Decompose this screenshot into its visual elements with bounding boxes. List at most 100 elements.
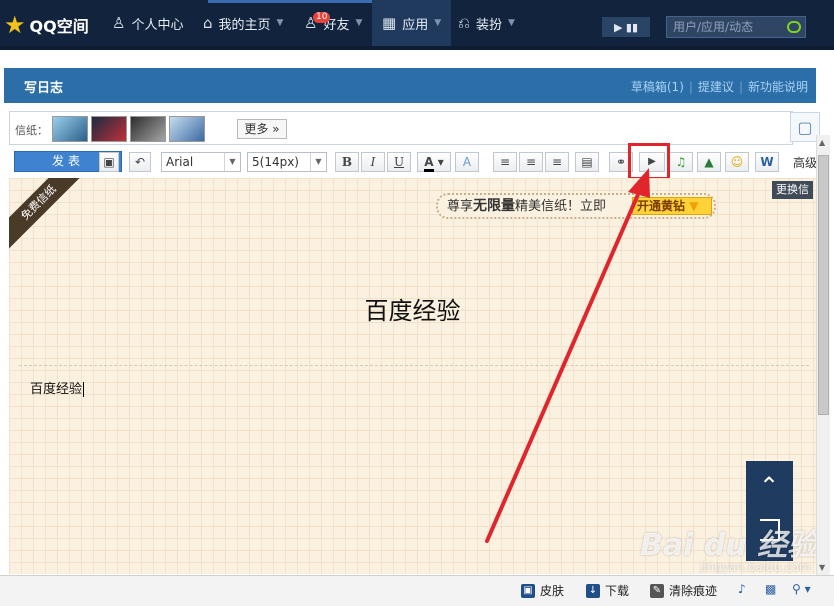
diary-title[interactable]: 百度经验 xyxy=(9,291,816,326)
promo-text: 尊享 xyxy=(447,199,474,214)
chevron-down-icon: ▼ xyxy=(434,18,442,28)
align-right-icon[interactable]: ≡ xyxy=(545,152,569,172)
chevron-down-icon: ▼ xyxy=(355,18,363,28)
music-icon[interactable]: ♫ xyxy=(669,152,693,172)
play-icon: ▶ xyxy=(613,20,623,34)
network-icon[interactable]: ▩ xyxy=(765,582,776,596)
download-label: 下载 xyxy=(605,584,630,598)
free-stationery-ribbon: 免费信纸 xyxy=(9,178,90,254)
logo-text: QQ空间 xyxy=(29,17,89,36)
stationery-bar: 信纸： 更多 » xyxy=(9,111,793,145)
image-icon[interactable]: ▲ xyxy=(697,152,721,172)
more-stationery-button[interactable]: 更多 » xyxy=(237,119,287,139)
friends-count-badge: 10 xyxy=(313,12,331,23)
equalizer-icon: ▮▮ xyxy=(625,20,639,34)
promo-text-2: 精美信纸！立即 xyxy=(515,199,607,214)
clear-label: 清除痕迹 xyxy=(669,584,718,598)
align-center-icon[interactable]: ≡ xyxy=(519,152,543,172)
person-icon: ♙ xyxy=(112,14,126,32)
open-vip-button[interactable]: 开通黄钻 ▼ xyxy=(632,197,712,215)
font-size-select[interactable]: 5(14px) ▼ xyxy=(247,152,327,172)
text-effect-icon[interactable]: A xyxy=(455,152,479,172)
promo-banner[interactable]: 尊享无限量精美信纸！立即 开通黄钻 ▼ xyxy=(436,193,716,219)
skin-button[interactable]: ▣ 皮肤 xyxy=(521,582,564,599)
editor-toolbar: 发表 ▣ ↶ Arial ▼ 5(14px) ▼ B I U A ▾ A ≡ ≡ ≡… xyxy=(9,148,817,176)
nav-profile-center[interactable]: ♙ 个人中心 xyxy=(112,0,183,46)
font-family-select[interactable]: Arial ▼ xyxy=(161,152,241,172)
scroll-up-icon[interactable]: ▲ xyxy=(819,138,825,147)
watermark-sub: jingyan.baidu.com xyxy=(700,560,811,574)
zoom-icon[interactable]: ⚲ ▾ xyxy=(792,582,811,596)
word-import-icon[interactable]: W xyxy=(755,152,779,172)
chevron-down-icon: ▼ xyxy=(224,153,240,171)
top-nav-bar: ★ QQ空间 ♙ 个人中心 ⌂ 我的主页 ▼ ♙ 好友 ▼ 10 ▦ 应用 ▼ … xyxy=(0,0,834,50)
nav-my-homepage[interactable]: ⌂ 我的主页 ▼ xyxy=(203,0,283,46)
download-icon: ↓ xyxy=(586,583,600,598)
stationery-thumb[interactable] xyxy=(130,116,166,142)
advanced-button[interactable]: 高级 xyxy=(793,154,817,171)
font-color-button[interactable]: A ▾ xyxy=(417,152,451,172)
watermark-main: Bai du 经验 xyxy=(640,528,818,563)
diamond-icon: ▼ xyxy=(689,199,699,213)
scroll-down-icon[interactable]: ▼ xyxy=(819,563,825,572)
stationery-thumb[interactable] xyxy=(52,116,88,142)
diary-body[interactable]: 百度经验 xyxy=(30,378,85,397)
chevron-up-icon: ⌃ xyxy=(758,472,780,500)
skin-label: 皮肤 xyxy=(540,584,565,598)
chevron-down-icon: ▼ xyxy=(508,18,515,28)
search-placeholder: 用户/应用/动态 xyxy=(673,20,754,34)
star-logo-icon: ★ xyxy=(4,11,26,39)
browser-status-bar: ▣ 皮肤 ↓ 下载 ✎ 清除痕迹 ♪ ▩ ⚲ ▾ xyxy=(0,575,834,606)
qzone-logo[interactable]: ★ QQ空间 xyxy=(4,13,89,37)
download-button[interactable]: ↓ 下载 xyxy=(586,582,629,599)
title-divider xyxy=(19,365,809,366)
editor-area[interactable]: 免费信纸 尊享无限量精美信纸！立即 开通黄钻 ▼ 百度经验 百度经验 xyxy=(9,178,816,574)
change-stationery-tip[interactable]: 更换信 xyxy=(772,181,813,199)
chevron-down-icon: ▼ xyxy=(310,153,326,171)
new-features-link[interactable]: 新功能说明 xyxy=(748,80,808,94)
search-input[interactable]: 用户/应用/动态 xyxy=(666,16,806,38)
stationery-thumb[interactable] xyxy=(169,116,205,142)
clear-traces-button[interactable]: ✎ 清除痕迹 xyxy=(650,582,717,599)
font-family-value: Arial xyxy=(166,155,194,169)
search-icon[interactable] xyxy=(787,21,801,33)
nav-apps[interactable]: ▦ 应用 ▼ xyxy=(372,0,452,46)
broom-icon: ✎ xyxy=(650,583,664,598)
nav-label: 个人中心 xyxy=(131,17,184,33)
music-player-button[interactable]: ▶ ▮▮ xyxy=(602,17,650,37)
nav-label: 装扮 xyxy=(476,17,503,33)
text-cursor xyxy=(83,382,85,397)
nav-decorate[interactable]: ⎌ 装扮 ▼ xyxy=(458,0,515,46)
apps-icon: ▦ xyxy=(382,14,397,32)
double-chevron-down-icon: » xyxy=(272,122,280,136)
nav-friends[interactable]: ♙ 好友 ▼ xyxy=(304,0,362,46)
page-title: 写日志 xyxy=(24,81,64,96)
stationery-thumb[interactable] xyxy=(91,116,127,142)
font-color-icon: A xyxy=(424,155,434,172)
underline-button[interactable]: U xyxy=(387,152,411,172)
save-icon[interactable]: ▣ xyxy=(99,152,119,172)
promo-bold-text: 无限量 xyxy=(473,198,516,214)
drafts-link[interactable]: 草稿箱(1) xyxy=(631,80,684,94)
feedback-link[interactable]: 提建议 xyxy=(698,80,734,94)
body-text: 百度经验 xyxy=(30,382,83,397)
shirt-icon: ⎌ xyxy=(458,14,471,32)
browser-window: { "topbar": { "logo": "QQ空间", "nav": [ {… xyxy=(0,0,834,606)
baidu-watermark: Bai du 经验 jingyan.baidu.com xyxy=(640,520,817,574)
font-size-value: 5(14px) xyxy=(252,155,299,169)
panel-header: 写日志 草稿箱(1) | 提建议 | 新功能说明 xyxy=(4,68,816,103)
vip-label: 开通黄钻 xyxy=(637,199,686,213)
scrollbar-thumb[interactable] xyxy=(818,155,829,415)
align-left-icon[interactable]: ≡ xyxy=(493,152,517,172)
italic-button[interactable]: I xyxy=(361,152,385,172)
home-icon: ⌂ xyxy=(203,14,213,32)
nav-label: 我的主页 xyxy=(218,17,271,33)
volume-icon[interactable]: ♪ xyxy=(738,582,746,596)
insert-line-icon[interactable]: ▤ xyxy=(575,152,599,172)
vertical-scrollbar[interactable]: ▲ ▼ xyxy=(816,135,830,577)
undo-icon[interactable]: ↶ xyxy=(129,152,151,172)
chevron-down-icon: ▼ xyxy=(276,18,284,28)
stationery-label: 信纸： xyxy=(15,124,48,137)
emoji-icon[interactable]: ☺ xyxy=(725,152,749,172)
bold-button[interactable]: B xyxy=(335,152,359,172)
